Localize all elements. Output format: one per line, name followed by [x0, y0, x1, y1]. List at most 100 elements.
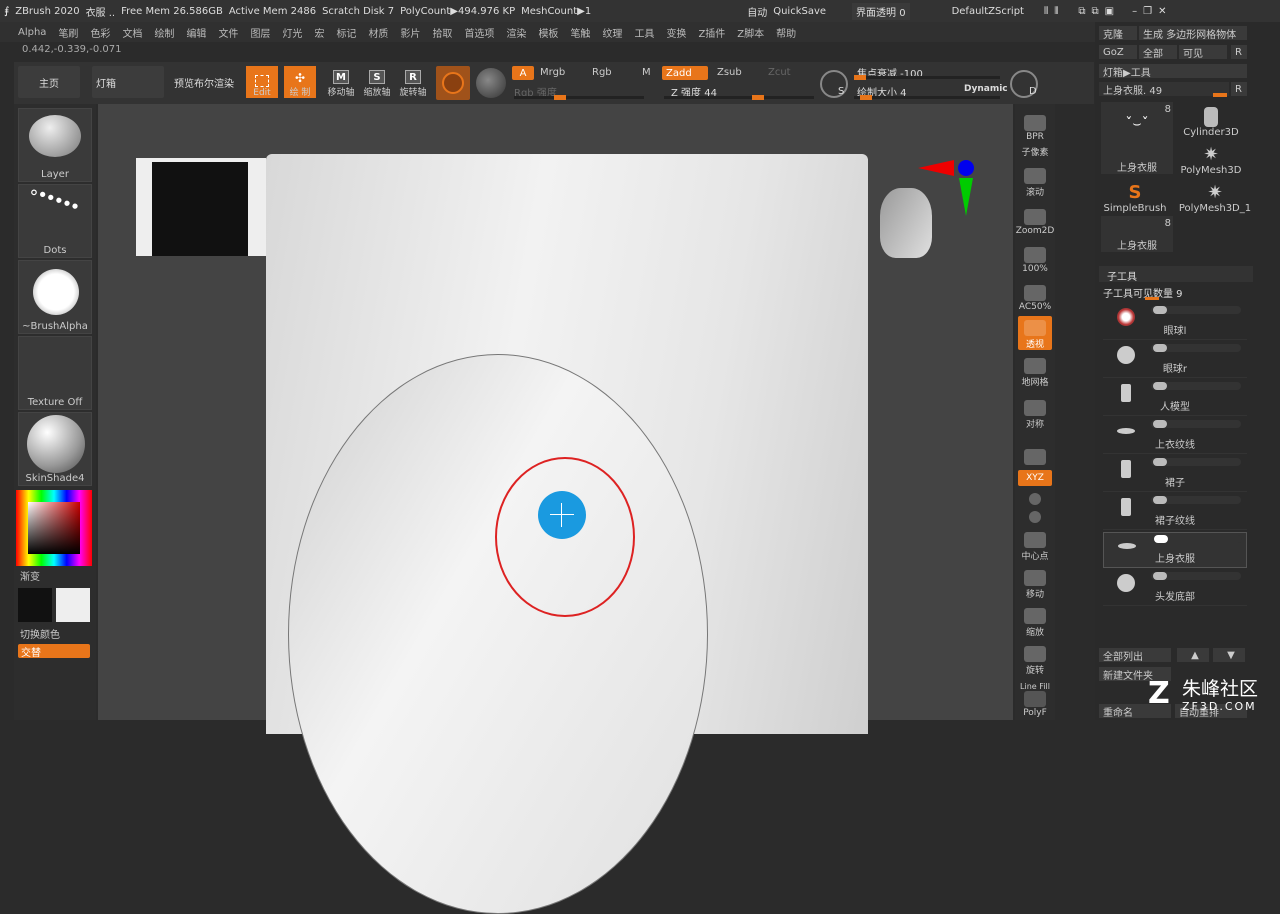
menu-item[interactable]: 工具	[634, 25, 654, 40]
perspective-button[interactable]: 透视	[1018, 316, 1052, 350]
zsub-button[interactable]: Zsub	[717, 67, 742, 78]
window-icon[interactable]: ⧉	[1078, 6, 1085, 17]
subtool-toggles[interactable]	[1151, 306, 1241, 314]
symmetry-button[interactable]: 对称	[1018, 396, 1052, 430]
close-icon[interactable]: ✕	[1158, 6, 1166, 17]
rotate-z-button[interactable]	[1018, 508, 1052, 524]
clone-button[interactable]: 克隆	[1099, 26, 1137, 41]
main-color-swatch[interactable]	[56, 588, 90, 622]
rgb-button[interactable]: Rgb	[592, 67, 612, 78]
menu-item[interactable]: Z插件	[698, 25, 725, 40]
menu-item[interactable]: 纹理	[602, 25, 622, 40]
r2-button[interactable]: R	[1231, 82, 1247, 96]
tool-thumb-cylinder[interactable]: Cylinder3D	[1175, 102, 1247, 138]
arrow-up-icon[interactable]: ▲	[1177, 648, 1209, 662]
m-button[interactable]: M	[642, 67, 651, 78]
menu-item[interactable]: 材质	[368, 25, 388, 40]
actual-size-button[interactable]: 100%	[1018, 240, 1052, 274]
secondary-color-swatch[interactable]	[18, 588, 52, 622]
switch-color-button[interactable]: 切换颜色	[20, 626, 60, 641]
transparency-slider[interactable]: 界面透明 0	[852, 2, 910, 20]
menu-item[interactable]: 笔刷	[58, 25, 78, 40]
texture-tile[interactable]: Texture Off	[18, 336, 92, 410]
bpr-button[interactable]: BPR	[1018, 108, 1052, 142]
material-tile[interactable]: SkinShade4	[18, 412, 92, 486]
subtool-row[interactable]: 眼球r	[1103, 342, 1247, 378]
sculpt-mesh-sleeve[interactable]	[288, 354, 708, 914]
scale-view-button[interactable]: 缩放	[1018, 604, 1052, 638]
goz-button[interactable]: GoZ	[1099, 45, 1137, 59]
default-zscript[interactable]: DefaultZScript	[952, 6, 1024, 17]
subtool-toggles[interactable]	[1151, 420, 1241, 428]
menu-item[interactable]: Z脚本	[737, 25, 764, 40]
menu-item[interactable]: 文档	[122, 25, 142, 40]
menu-item[interactable]: Alpha	[18, 27, 46, 38]
alternate-button[interactable]: 交替	[18, 644, 90, 659]
menu-item[interactable]: 帮助	[776, 25, 796, 40]
brush-alpha-tile[interactable]: ~BrushAlpha	[18, 260, 92, 334]
move-view-button[interactable]: 移动	[1018, 566, 1052, 600]
quicksave-button[interactable]: QuickSave	[773, 6, 826, 17]
subtool-row[interactable]: 裙子	[1103, 456, 1247, 492]
scale-button[interactable]: S 缩放轴	[360, 66, 394, 98]
window2-icon[interactable]: ⧉	[1092, 6, 1099, 17]
menu-item[interactable]: 拾取	[432, 25, 452, 40]
tool-thumb-shirt[interactable]: ˇ⌣ˇ 8 上身衣服	[1101, 102, 1173, 174]
zoom2d-button[interactable]: Zoom2D	[1016, 202, 1054, 236]
list-all-button[interactable]: 全部列出	[1099, 648, 1171, 663]
current-tool-slider[interactable]: 上身衣服. 49	[1099, 82, 1229, 97]
subtool-count-handle[interactable]	[1145, 297, 1159, 300]
subtool-header[interactable]: 子工具	[1099, 266, 1253, 283]
a-button[interactable]: A	[512, 66, 534, 80]
subtool-row[interactable]: 上衣纹线	[1103, 418, 1247, 454]
menu-item[interactable]: 首选项	[464, 25, 494, 40]
subtool-row[interactable]: 头发底部	[1103, 570, 1247, 606]
tool-thumb-polymesh[interactable]: ✷ PolyMesh3D	[1175, 140, 1247, 176]
zadd-button[interactable]: Zadd	[662, 66, 708, 80]
layer-brush-tile[interactable]: Layer	[18, 108, 92, 182]
menu-item[interactable]: 标记	[336, 25, 356, 40]
minimize-icon[interactable]: –	[1132, 6, 1137, 17]
line-fill-button[interactable]: Line Fill PolyF	[1018, 678, 1052, 718]
menu-item[interactable]: 渲染	[506, 25, 526, 40]
menu-item[interactable]: 灯光	[282, 25, 302, 40]
color-picker[interactable]	[16, 490, 92, 566]
subtool-toggles[interactable]	[1151, 344, 1241, 352]
maximize-icon[interactable]: ❐	[1143, 6, 1152, 17]
menu-item[interactable]: 笔触	[570, 25, 590, 40]
subtool-toggles[interactable]	[1151, 496, 1241, 504]
menu-item[interactable]: 宏	[314, 25, 324, 40]
subtool-toggles[interactable]	[1151, 458, 1241, 466]
subtool-row[interactable]: 裙子纹线	[1103, 494, 1247, 530]
rotate-button[interactable]: R 旋转轴	[396, 66, 430, 98]
scroll-button[interactable]: 滚动	[1018, 164, 1052, 198]
layout-icon[interactable]: ⫴	[1044, 6, 1048, 17]
material-button[interactable]	[436, 66, 470, 100]
menu-item[interactable]: 编辑	[186, 25, 206, 40]
subtool-visible-count[interactable]: 子工具可见数量 9	[1103, 285, 1183, 300]
mrgb-button[interactable]: Mrgb	[540, 67, 565, 78]
menu-item[interactable]: 色彩	[90, 25, 110, 40]
tool-thumb-simplebrush[interactable]: S SimpleBrush	[1099, 178, 1171, 214]
navigation-thumbnail[interactable]	[136, 158, 266, 256]
edit-button[interactable]: Edit	[246, 66, 278, 98]
current-tool-slider-handle[interactable]	[1213, 93, 1227, 97]
menu-item[interactable]: 文件	[218, 25, 238, 40]
zcut-button[interactable]: Zcut	[768, 67, 791, 78]
lightbox-tool-button[interactable]: 灯箱▶工具	[1099, 64, 1247, 79]
subtool-row[interactable]: 眼球l	[1103, 304, 1247, 340]
z-intensity-slider[interactable]	[664, 95, 814, 100]
rgb-intensity-slider[interactable]	[514, 95, 644, 100]
bpr-preview-button[interactable]: 预览布尔渲染	[168, 66, 240, 98]
color-sphere-icon[interactable]	[476, 68, 506, 98]
subtool-toggles[interactable]	[1151, 382, 1241, 390]
subtool-toggles[interactable]	[1152, 535, 1242, 543]
menu-item[interactable]: 图层	[250, 25, 270, 40]
lightbox-button[interactable]: 灯箱	[92, 66, 164, 98]
make-polymesh-button[interactable]: 生成 多边形网格物体	[1139, 26, 1247, 41]
tool-thumb-polymesh1[interactable]: ✷ PolyMesh3D_1	[1175, 178, 1255, 214]
menu-item[interactable]: 影片	[400, 25, 420, 40]
rotate-view-button[interactable]: 旋转	[1018, 642, 1052, 676]
r-button[interactable]: R	[1231, 45, 1247, 59]
subtool-row[interactable]: 人模型	[1103, 380, 1247, 416]
